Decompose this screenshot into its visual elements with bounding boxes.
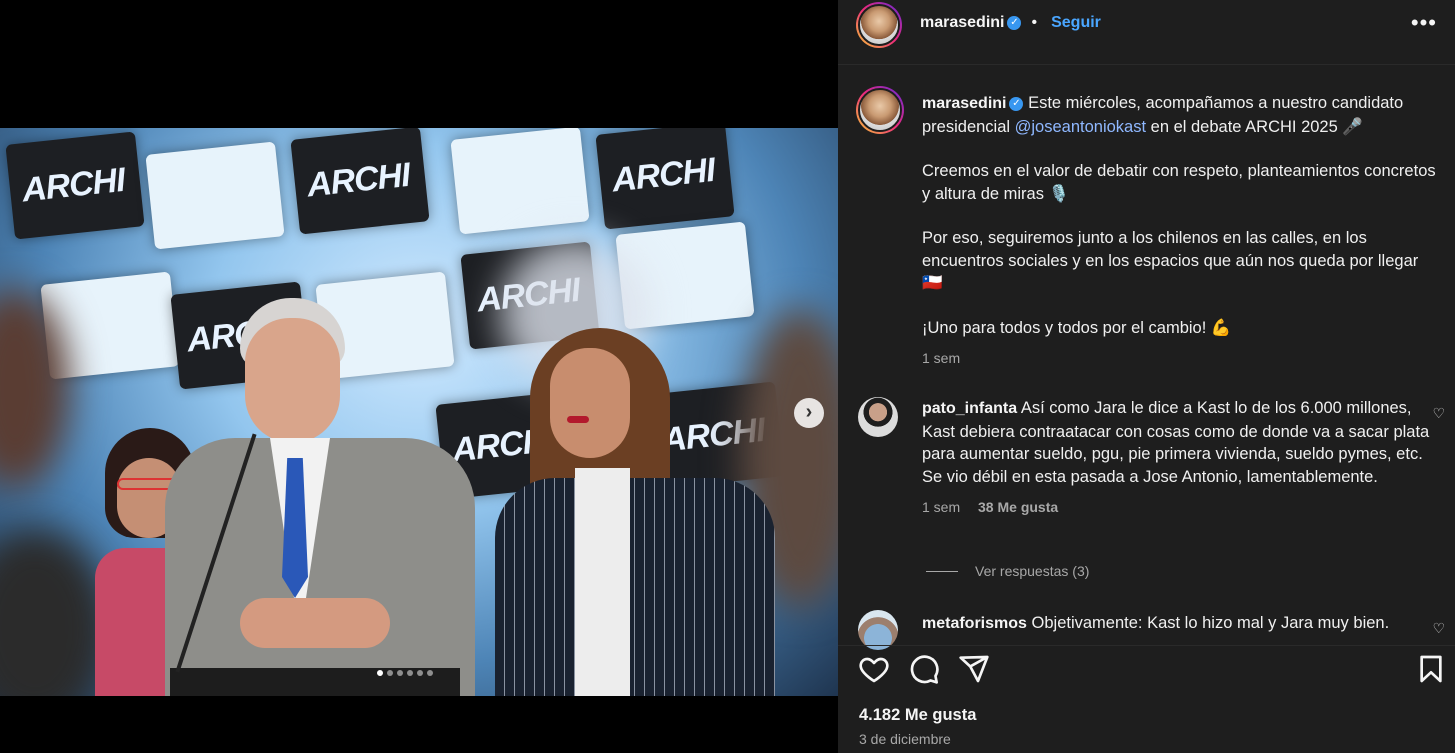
carousel-dot	[377, 670, 383, 676]
carousel-indicator	[377, 670, 433, 676]
backdrop-tile	[450, 128, 590, 235]
likes-count[interactable]: 4.182 Me gusta	[859, 706, 976, 725]
heart-icon[interactable]	[858, 653, 890, 685]
archi-backdrop-tile: ARCHI	[290, 128, 430, 235]
author-avatar[interactable]	[856, 2, 902, 48]
caption-paragraph: Por eso, seguiremos junto a los chilenos…	[922, 229, 1419, 292]
comment-timestamp[interactable]: 1 sem	[922, 499, 960, 515]
verified-badge-icon: ✓	[1009, 96, 1024, 111]
next-image-button[interactable]: ›	[794, 398, 824, 428]
verified-badge-icon: ✓	[1007, 16, 1022, 30]
person-speaker	[165, 298, 475, 696]
separator: •	[1031, 14, 1038, 31]
post-photo[interactable]: ARCHI ARCHI ARCHI ARCHI ARCHI ARCHI ARCH…	[0, 128, 838, 696]
carousel-dot	[427, 670, 433, 676]
backdrop-tile	[145, 141, 285, 250]
comment-meta: 1 sem 38 Me gusta	[922, 496, 1432, 519]
post-date[interactable]: 3 de diciembre	[859, 731, 951, 747]
replies-line	[926, 570, 958, 572]
caption-author-avatar[interactable]	[856, 86, 904, 134]
comment-icon[interactable]	[908, 653, 940, 685]
caption-username[interactable]: marasedini	[922, 95, 1006, 112]
share-icon[interactable]	[958, 653, 990, 685]
post-header: marasedini ✓ • Seguir	[920, 13, 1101, 33]
view-replies-label: Ver respuestas (3)	[975, 563, 1090, 579]
archi-backdrop-tile: ARCHI	[5, 131, 145, 240]
commenter-avatar[interactable]	[858, 610, 898, 650]
carousel-dot	[387, 670, 393, 676]
caption-paragraph: ¡Uno para todos y todos por el cambio! 💪	[922, 318, 1232, 337]
post-sidebar: marasedini ✓ • Seguir ••• marasedini ✓ Es…	[838, 0, 1455, 753]
comment-text: Objetivamente: Kast lo hizo mal y Jara m…	[1031, 614, 1390, 632]
caption-paragraph: Creemos en el valor de debatir con respe…	[922, 162, 1436, 203]
bookmark-icon[interactable]	[1415, 653, 1447, 685]
commenter-avatar[interactable]	[858, 397, 898, 437]
comment-username[interactable]: pato_infanta	[922, 400, 1017, 417]
author-username[interactable]: marasedini	[920, 14, 1004, 32]
post-media: ARCHI ARCHI ARCHI ARCHI ARCHI ARCHI ARCH…	[0, 0, 838, 753]
view-replies-button[interactable]: Ver respuestas (3)	[926, 563, 1089, 579]
person-right	[495, 328, 795, 696]
foreground-blur	[0, 528, 110, 696]
carousel-dot	[407, 670, 413, 676]
header-divider	[838, 64, 1455, 65]
comment-like-icon[interactable]: ♡	[1432, 405, 1445, 422]
follow-button[interactable]: Seguir	[1051, 14, 1101, 32]
comment-like-icon[interactable]: ♡	[1432, 620, 1445, 637]
post-modal: ARCHI ARCHI ARCHI ARCHI ARCHI ARCHI ARCH…	[0, 0, 1455, 753]
actions-divider	[838, 645, 1455, 646]
comment-item: pato_infanta Así como Jara le dice a Kas…	[922, 397, 1432, 519]
more-options-icon[interactable]: •••	[1411, 10, 1437, 36]
archi-backdrop-tile: ARCHI	[595, 128, 735, 230]
post-caption: marasedini ✓ Este miércoles, acompañamos …	[922, 92, 1442, 370]
carousel-dot	[397, 670, 403, 676]
carousel-dot	[417, 670, 423, 676]
caption-mention-link[interactable]: @joseantoniokast	[1015, 118, 1146, 136]
caption-text: en el debate ARCHI 2025 🎤	[1146, 117, 1363, 136]
caption-timestamp[interactable]: 1 sem	[922, 347, 1442, 370]
comment-likes[interactable]: 38 Me gusta	[978, 499, 1058, 515]
comment-item: metaforismos Objetivamente: Kast lo hizo…	[922, 612, 1432, 636]
comment-username[interactable]: metaforismos	[922, 615, 1027, 632]
